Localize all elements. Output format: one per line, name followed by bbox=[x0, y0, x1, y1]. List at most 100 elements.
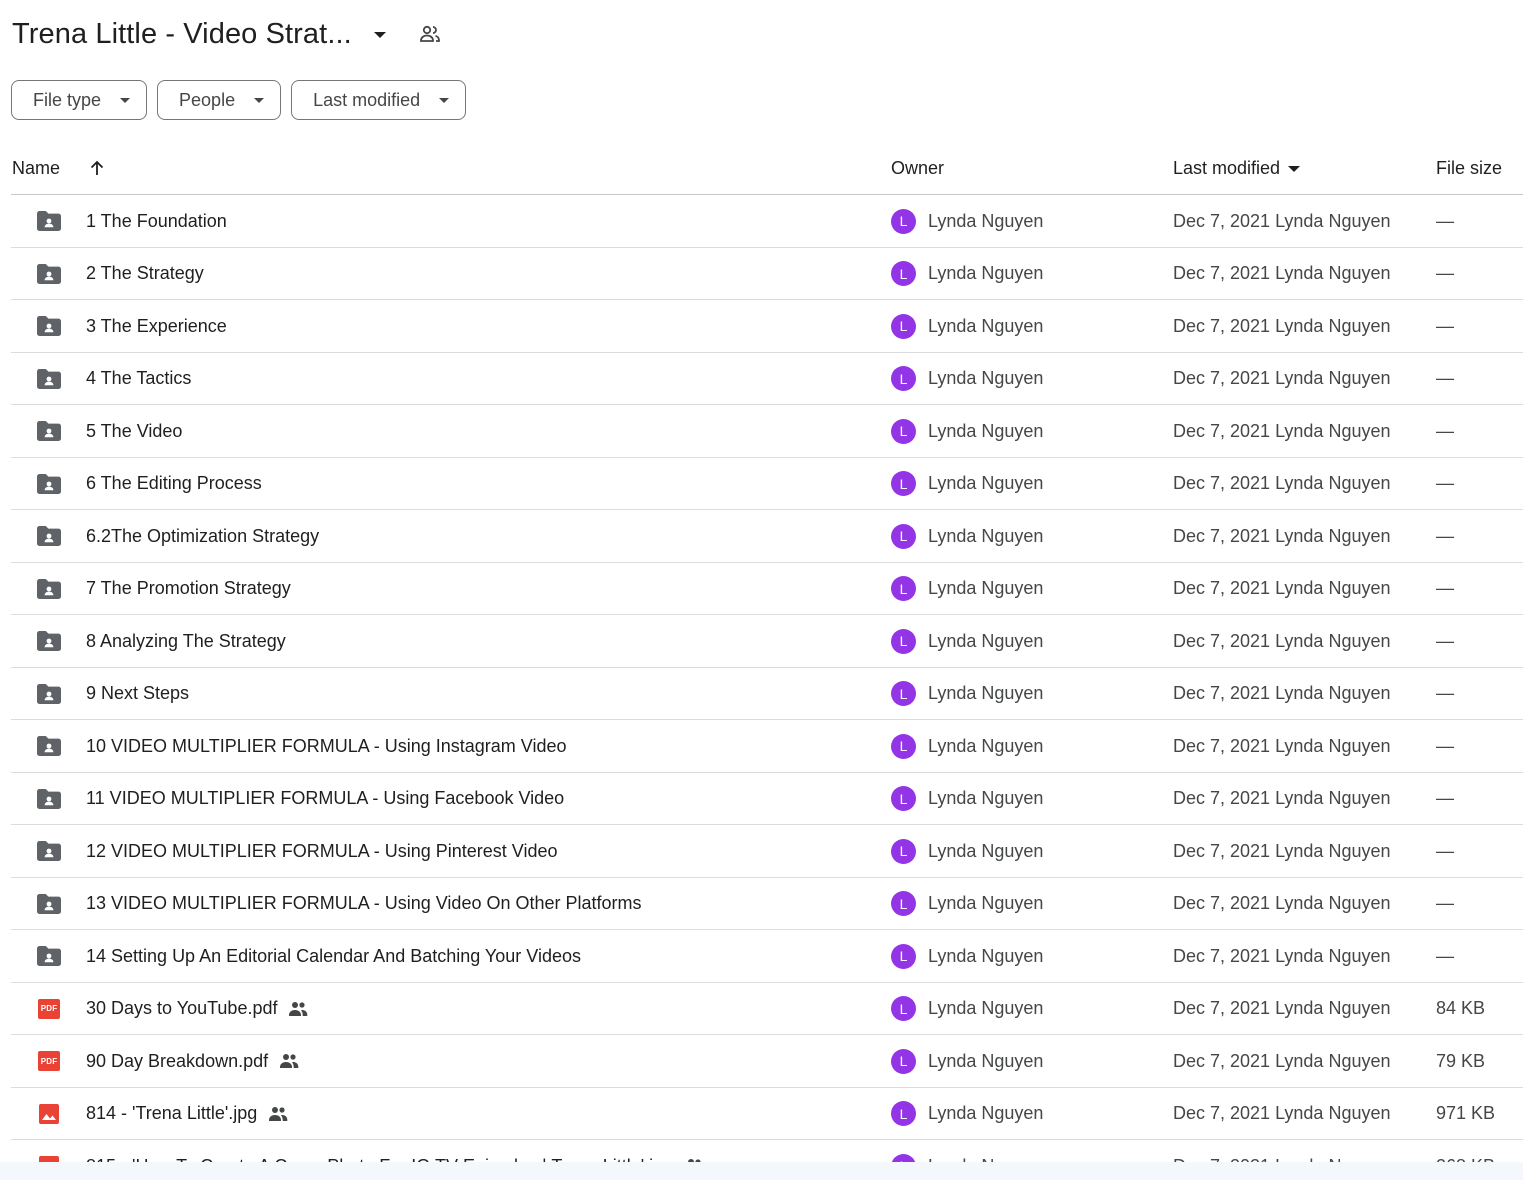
file-name: 11 VIDEO MULTIPLIER FORMULA - Using Face… bbox=[86, 788, 565, 808]
owner-name: Lynda Nguyen bbox=[928, 368, 1044, 388]
sort-dropdown-icon[interactable] bbox=[1288, 166, 1301, 172]
shared-folder-icon bbox=[35, 720, 63, 772]
file-name-cell[interactable]: 11 VIDEO MULTIPLIER FORMULA - Using Face… bbox=[86, 773, 564, 825]
title-dropdown-icon[interactable] bbox=[373, 32, 386, 38]
avatar[interactable]: L bbox=[891, 418, 916, 444]
file-name: 8 Analyzing The Strategy bbox=[86, 630, 286, 651]
owner-name: Lynda Nguyen bbox=[928, 788, 1044, 808]
table-row[interactable]: 3 The Experience L Lynda Nguyen Dec 7, 2021… bbox=[11, 300, 1523, 353]
table-row[interactable]: 5 The Video L Lynda Nguyen Dec 7, 2021 Lynd… bbox=[11, 405, 1523, 458]
filter-people[interactable]: People bbox=[157, 80, 282, 120]
avatar[interactable]: L bbox=[891, 943, 916, 969]
avatar[interactable]: L bbox=[891, 733, 916, 759]
file-name-cell[interactable]: 13 VIDEO MULTIPLIER FORMULA - Using Vide… bbox=[86, 878, 642, 930]
owner-cell: L Lynda Nguyen bbox=[891, 353, 1043, 405]
column-name[interactable]: Name bbox=[12, 142, 106, 194]
file-name-cell[interactable]: 1 The Foundation bbox=[86, 195, 227, 247]
avatar[interactable]: L bbox=[891, 261, 916, 286]
page-title[interactable]: Trena Little - Video Strat... bbox=[12, 18, 352, 51]
owner-cell: L Lynda Nguyen bbox=[891, 510, 1043, 562]
file-name-cell[interactable]: 7 The Promotion Strategy bbox=[86, 563, 291, 615]
file-name: 12 VIDEO MULTIPLIER FORMULA - Using Pint… bbox=[86, 840, 558, 861]
owner-name: Lynda Nguyen bbox=[928, 525, 1044, 546]
table-row[interactable]: 14 Setting Up An Editorial Calendar And … bbox=[11, 930, 1523, 983]
owner-name: Lynda Nguyen bbox=[928, 840, 1044, 861]
file-name-cell[interactable]: 14 Setting Up An Editorial Calendar And … bbox=[86, 930, 581, 982]
last-modified-cell: Dec 7, 2021 Lynda Nguyen bbox=[1173, 315, 1391, 336]
sort-arrow-up-icon[interactable] bbox=[88, 159, 106, 177]
table-row[interactable]: 6 The Editing Process L Lynda Nguyen Dec 7,… bbox=[11, 458, 1523, 510]
table-row[interactable]: 8 Analyzing The Strategy L Lynda Nguyen Dec… bbox=[11, 615, 1523, 668]
shared-folder-icon bbox=[35, 773, 63, 825]
table-row[interactable]: 4 The Tactics L Lynda Nguyen Dec 7, 2021 Ly… bbox=[11, 353, 1523, 405]
table-row[interactable]: 11 VIDEO MULTIPLIER FORMULA - Using Face… bbox=[11, 773, 1523, 825]
owner-name: Lynda Nguyen bbox=[928, 263, 1044, 283]
pdf-icon: PDF bbox=[35, 983, 63, 1035]
filter-label: Last modified bbox=[313, 89, 421, 110]
avatar[interactable]: L bbox=[891, 366, 916, 391]
owner-name: Lynda Nguyen bbox=[928, 893, 1044, 913]
file-name-cell[interactable]: 3 The Experience bbox=[86, 300, 227, 352]
shared-people-icon[interactable] bbox=[418, 22, 442, 46]
file-size-cell: — bbox=[1436, 210, 1454, 231]
filter-label: File type bbox=[33, 89, 102, 110]
table-row[interactable]: PDF 30 Days to YouTube.pdf L Lynda Nguyen De… bbox=[11, 983, 1523, 1035]
avatar[interactable]: L bbox=[891, 996, 916, 1021]
table-row[interactable]: 12 VIDEO MULTIPLIER FORMULA - Using Pint… bbox=[11, 825, 1523, 878]
avatar[interactable]: L bbox=[891, 1101, 916, 1126]
file-name-cell[interactable]: 6 The Editing Process bbox=[86, 458, 262, 510]
file-name: 814 - 'Trena Little'.jpg bbox=[86, 1103, 258, 1123]
file-name-cell[interactable]: 6.2The Optimization Strategy bbox=[86, 510, 319, 562]
avatar[interactable]: L bbox=[891, 628, 916, 654]
avatar[interactable]: L bbox=[891, 838, 916, 864]
file-name: 90 Day Breakdown.pdf bbox=[86, 1050, 269, 1071]
owner-cell: L Lynda Nguyen bbox=[891, 1088, 1043, 1140]
table-row[interactable]: 2 The Strategy L Lynda Nguyen Dec 7, 2021 L… bbox=[11, 248, 1523, 300]
last-modified-cell: Dec 7, 2021 Lynda Nguyen bbox=[1173, 893, 1391, 913]
table-row[interactable]: 1 The Foundation L Lynda Nguyen Dec 7, 2021… bbox=[11, 195, 1523, 248]
file-name-cell[interactable]: 5 The Video bbox=[86, 405, 182, 457]
avatar[interactable]: L bbox=[891, 523, 916, 549]
file-name-cell[interactable]: 4 The Tactics bbox=[86, 353, 191, 405]
file-name-cell[interactable]: 8 Analyzing The Strategy bbox=[86, 615, 286, 667]
table-row[interactable]: 7 The Promotion Strategy L Lynda Nguyen Dec… bbox=[11, 563, 1523, 615]
owner-name: Lynda Nguyen bbox=[928, 420, 1044, 441]
avatar[interactable]: L bbox=[891, 576, 916, 601]
last-modified-cell: Dec 7, 2021 Lynda Nguyen bbox=[1173, 945, 1391, 966]
avatar[interactable]: L bbox=[891, 313, 916, 339]
table-row[interactable]: 10 VIDEO MULTIPLIER FORMULA - Using Inst… bbox=[11, 720, 1523, 773]
table-row[interactable]: 6.2The Optimization Strategy L Lynda Nguye… bbox=[11, 510, 1523, 563]
file-name: 9 Next Steps bbox=[86, 683, 190, 703]
last-modified-cell: Dec 7, 2021 Lynda Nguyen bbox=[1173, 525, 1391, 546]
file-name-cell[interactable]: 2 The Strategy bbox=[86, 248, 204, 300]
filter-last-modified[interactable]: Last modified bbox=[291, 80, 467, 120]
column-name-label: Name bbox=[12, 157, 61, 178]
file-name-cell[interactable]: 12 VIDEO MULTIPLIER FORMULA - Using Pint… bbox=[86, 825, 558, 877]
table-row[interactable]: 9 Next Steps L Lynda Nguyen Dec 7, 2021 Lyn… bbox=[11, 668, 1523, 720]
avatar[interactable]: L bbox=[891, 208, 916, 234]
avatar[interactable]: L bbox=[891, 681, 916, 706]
shared-folder-icon bbox=[35, 615, 63, 667]
table-row[interactable]: PDF 90 Day Breakdown.pdf L Lynda Nguyen Dec … bbox=[11, 1035, 1523, 1088]
table-row[interactable]: 13 VIDEO MULTIPLIER FORMULA - Using Vide… bbox=[11, 878, 1523, 930]
file-name: 4 The Tactics bbox=[86, 368, 192, 388]
column-owner[interactable]: Owner bbox=[891, 142, 944, 194]
owner-cell: L Lynda Nguyen bbox=[891, 668, 1043, 720]
table-row[interactable]: 814 - 'Trena Little'.jpg L Lynda Nguyen Dec… bbox=[11, 1088, 1523, 1140]
file-name-cell[interactable]: 10 VIDEO MULTIPLIER FORMULA - Using Inst… bbox=[86, 720, 567, 772]
file-name-cell[interactable]: 9 Next Steps bbox=[86, 668, 189, 720]
owner-cell: L Lynda Nguyen bbox=[891, 878, 1043, 930]
file-name-cell[interactable]: 30 Days to YouTube.pdf bbox=[86, 983, 309, 1035]
avatar[interactable]: L bbox=[891, 786, 916, 811]
file-name-cell[interactable]: 90 Day Breakdown.pdf bbox=[86, 1035, 300, 1087]
file-name-cell[interactable]: 814 - 'Trena Little'.jpg bbox=[86, 1088, 289, 1140]
file-name: 13 VIDEO MULTIPLIER FORMULA - Using Vide… bbox=[86, 893, 642, 913]
avatar[interactable]: L bbox=[891, 1048, 916, 1074]
last-modified-cell: Dec 7, 2021 Lynda Nguyen bbox=[1173, 788, 1391, 808]
column-last-modified[interactable]: Last modified bbox=[1173, 142, 1301, 194]
avatar[interactable]: L bbox=[891, 891, 916, 916]
filter-file-type[interactable]: File type bbox=[11, 80, 148, 120]
column-file-size[interactable]: File size bbox=[1436, 142, 1502, 194]
avatar[interactable]: L bbox=[891, 471, 916, 496]
column-file-size-label: File size bbox=[1436, 157, 1503, 178]
